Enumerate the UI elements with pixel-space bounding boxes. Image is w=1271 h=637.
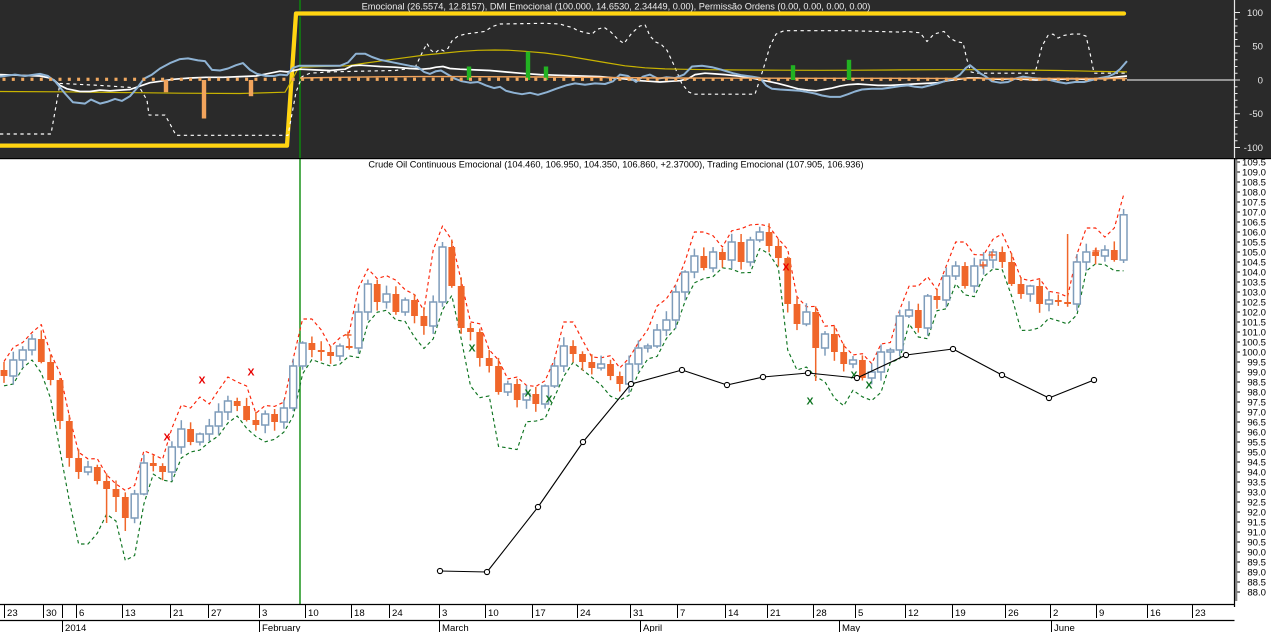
svg-text:100.5: 100.5 <box>1242 337 1266 348</box>
svg-text:3: 3 <box>442 608 447 619</box>
svg-text:23: 23 <box>7 608 18 619</box>
svg-text:X: X <box>468 343 475 355</box>
svg-text:88.5: 88.5 <box>1247 577 1266 588</box>
svg-text:105.5: 105.5 <box>1242 237 1266 248</box>
svg-text:27: 27 <box>211 608 222 619</box>
svg-text:89.0: 89.0 <box>1247 567 1266 578</box>
svg-text:21: 21 <box>770 608 781 619</box>
svg-text:50: 50 <box>1252 42 1263 53</box>
svg-text:March: March <box>442 623 469 632</box>
svg-text:99.5: 99.5 <box>1247 357 1266 368</box>
svg-text:90.0: 90.0 <box>1247 547 1266 558</box>
svg-text:109.0: 109.0 <box>1242 167 1266 178</box>
svg-text:May: May <box>842 623 860 632</box>
svg-text:102.5: 102.5 <box>1242 297 1266 308</box>
svg-text:X: X <box>524 388 531 400</box>
svg-text:106.5: 106.5 <box>1242 217 1266 228</box>
svg-text:X: X <box>545 394 552 406</box>
svg-text:10: 10 <box>308 608 319 619</box>
svg-text:108.0: 108.0 <box>1242 187 1266 198</box>
svg-text:18: 18 <box>354 608 365 619</box>
svg-text:5: 5 <box>858 608 863 619</box>
svg-text:3: 3 <box>262 608 267 619</box>
svg-text:100.0: 100.0 <box>1242 347 1266 358</box>
svg-text:6: 6 <box>79 608 84 619</box>
svg-text:X: X <box>806 396 813 408</box>
svg-text:109.5: 109.5 <box>1242 157 1266 168</box>
svg-text:92.0: 92.0 <box>1247 507 1266 518</box>
svg-text:93.0: 93.0 <box>1247 487 1266 498</box>
svg-text:X: X <box>247 367 254 379</box>
svg-text:100: 100 <box>1247 8 1263 19</box>
svg-text:-100: -100 <box>1244 143 1263 154</box>
svg-text:X: X <box>782 262 789 274</box>
svg-text:99.0: 99.0 <box>1247 367 1266 378</box>
svg-text:88.0: 88.0 <box>1247 587 1266 598</box>
svg-text:10: 10 <box>488 608 499 619</box>
svg-text:26: 26 <box>1008 608 1019 619</box>
svg-text:16: 16 <box>1150 608 1161 619</box>
svg-text:X: X <box>198 375 205 387</box>
svg-text:9: 9 <box>1099 608 1104 619</box>
svg-text:98.0: 98.0 <box>1247 387 1266 398</box>
svg-text:X: X <box>163 432 170 444</box>
svg-text:2014: 2014 <box>65 623 87 632</box>
svg-text:-50: -50 <box>1249 109 1263 120</box>
svg-text:90.5: 90.5 <box>1247 537 1266 548</box>
svg-text:95.0: 95.0 <box>1247 447 1266 458</box>
svg-text:24: 24 <box>580 608 591 619</box>
svg-text:0: 0 <box>1258 75 1263 86</box>
svg-text:30: 30 <box>46 608 57 619</box>
svg-text:94.0: 94.0 <box>1247 467 1266 478</box>
svg-text:97.5: 97.5 <box>1247 397 1266 408</box>
svg-text:96.0: 96.0 <box>1247 427 1266 438</box>
svg-text:104.5: 104.5 <box>1242 257 1266 268</box>
svg-text:February: February <box>262 623 301 632</box>
svg-text:91.5: 91.5 <box>1247 517 1266 528</box>
svg-text:96.5: 96.5 <box>1247 417 1266 428</box>
svg-text:19: 19 <box>955 608 966 619</box>
svg-text:7: 7 <box>680 608 685 619</box>
svg-text:23: 23 <box>1195 608 1206 619</box>
svg-text:92.5: 92.5 <box>1247 497 1266 508</box>
svg-text:X: X <box>865 380 872 392</box>
svg-text:31: 31 <box>633 608 644 619</box>
svg-text:June: June <box>1054 623 1075 632</box>
svg-text:91.0: 91.0 <box>1247 527 1266 538</box>
svg-text:103.5: 103.5 <box>1242 277 1266 288</box>
svg-text:2: 2 <box>1053 608 1058 619</box>
svg-text:April: April <box>643 623 662 632</box>
svg-text:17: 17 <box>535 608 546 619</box>
svg-text:105.0: 105.0 <box>1242 247 1266 258</box>
svg-text:102.0: 102.0 <box>1242 307 1266 318</box>
svg-text:94.5: 94.5 <box>1247 457 1266 468</box>
svg-text:101.0: 101.0 <box>1242 327 1266 338</box>
svg-text:24: 24 <box>392 608 403 619</box>
svg-text:95.5: 95.5 <box>1247 437 1266 448</box>
svg-text:13: 13 <box>125 608 136 619</box>
svg-text:107.5: 107.5 <box>1242 197 1266 208</box>
svg-text:101.5: 101.5 <box>1242 317 1266 328</box>
svg-text:21: 21 <box>173 608 184 619</box>
svg-text:97.0: 97.0 <box>1247 407 1266 418</box>
svg-text:28: 28 <box>816 608 827 619</box>
svg-text:98.5: 98.5 <box>1247 377 1266 388</box>
svg-text:Crude Oil Continuous Emocional: Crude Oil Continuous Emocional (104.460,… <box>368 160 863 170</box>
svg-text:107.0: 107.0 <box>1242 207 1266 218</box>
svg-text:14: 14 <box>728 608 739 619</box>
svg-text:104.0: 104.0 <box>1242 267 1266 278</box>
svg-text:108.5: 108.5 <box>1242 177 1266 188</box>
svg-text:12: 12 <box>908 608 919 619</box>
svg-text:103.0: 103.0 <box>1242 287 1266 298</box>
svg-text:93.5: 93.5 <box>1247 477 1266 488</box>
svg-text:Emocional (26.5574, 12.8157),: Emocional (26.5574, 12.8157), DMI Emocio… <box>362 2 871 12</box>
svg-text:89.5: 89.5 <box>1247 557 1266 568</box>
svg-text:106.0: 106.0 <box>1242 227 1266 238</box>
